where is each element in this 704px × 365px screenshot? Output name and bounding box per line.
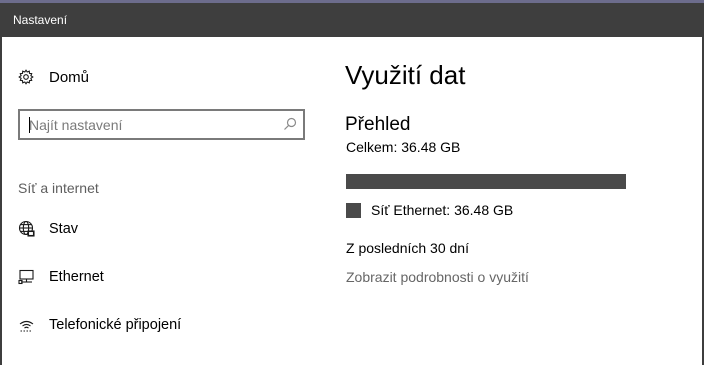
overview-heading: Přehled (345, 114, 411, 135)
usage-legend-item: Síť Ethernet: 36.48 GB (346, 202, 513, 218)
sidebar-item-home-label: Domů (49, 68, 90, 86)
total-usage: Celkem: 36.48 GB (346, 139, 461, 155)
period-label: Z posledních 30 dní (346, 240, 469, 256)
search-icon[interactable] (283, 117, 297, 131)
title-bar[interactable]: Nastavení (0, 3, 704, 37)
window-title: Nastavení (13, 13, 68, 27)
usage-details-link[interactable]: Zobrazit podrobnosti o využití (346, 269, 529, 285)
sidebar-section-label: Síť a internet (18, 180, 99, 196)
usage-bar (346, 174, 626, 189)
search-input[interactable] (29, 115, 269, 135)
dialup-icon (18, 316, 36, 334)
gear-icon (18, 69, 34, 85)
ethernet-icon (18, 268, 36, 286)
page-title: Využití dat (345, 60, 466, 90)
search-box[interactable] (18, 109, 305, 140)
sidebar-item-ethernet[interactable]: Ethernet (18, 266, 104, 288)
sidebar-item-home[interactable]: Domů (18, 67, 89, 87)
text-caret (29, 117, 30, 133)
sidebar-item-dialup[interactable]: Telefonické připojení (18, 314, 181, 336)
window-left-border (0, 37, 2, 365)
legend-swatch (346, 202, 361, 218)
usage-bar-fill (346, 174, 626, 189)
sidebar-item-dialup-label: Telefonické připojení (49, 317, 182, 333)
sidebar-item-status-label: Stav (49, 221, 79, 237)
legend-label: Síť Ethernet: 36.48 GB (371, 202, 514, 218)
sidebar-item-ethernet-label: Ethernet (49, 269, 104, 285)
sidebar-item-status[interactable]: Stav (18, 218, 78, 240)
globe-icon (18, 220, 36, 238)
